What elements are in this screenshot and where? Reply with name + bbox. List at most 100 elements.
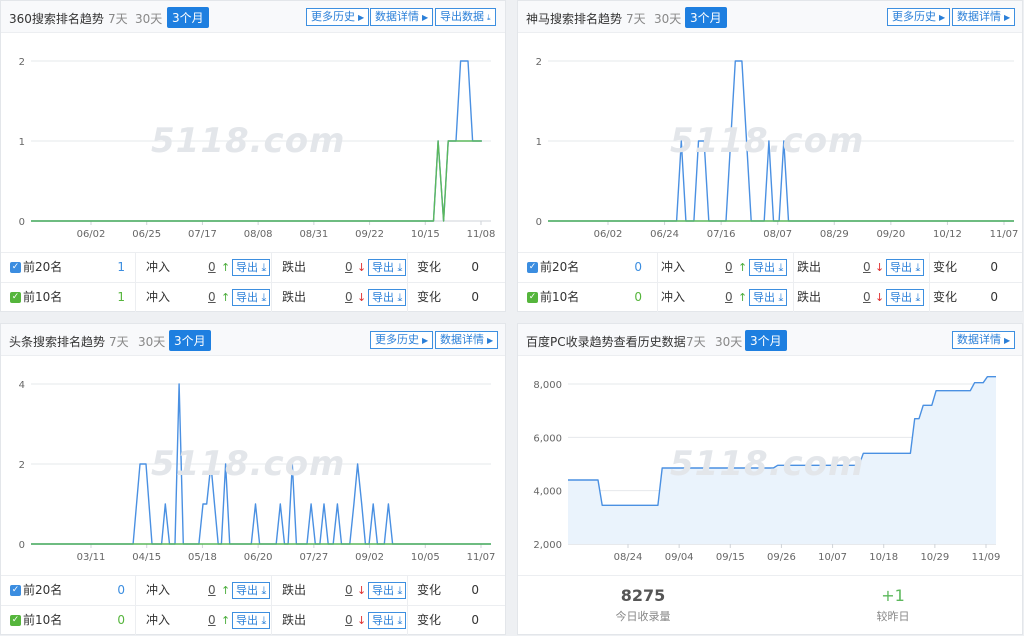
x-tick-label: 10/12: [933, 229, 962, 240]
export-button[interactable]: 导出 ⤓: [232, 259, 271, 276]
range-7d-tab[interactable]: 7天: [686, 333, 706, 350]
drop-out-value[interactable]: 0: [863, 253, 871, 282]
checkbox-icon[interactable]: ✓: [527, 262, 538, 273]
y-tick-label: 1: [19, 137, 25, 148]
export-button[interactable]: 导出 ⤓: [368, 612, 407, 629]
button-label: 导出: [372, 261, 394, 274]
range-7d-tab[interactable]: 7天: [109, 333, 129, 350]
change-value: 0: [471, 260, 479, 274]
checkbox-icon[interactable]: ✓: [10, 262, 21, 273]
range-3m-tab[interactable]: 3个月: [685, 7, 727, 28]
panel-header: 360搜索排名趋势 7天 30天 3个月 更多历史 ▶ 数据详情 ▶ 导出数据 ⤓: [1, 1, 505, 33]
rush-in-value[interactable]: 0: [208, 253, 216, 282]
row-label: 前10名: [540, 290, 580, 304]
data-detail-button[interactable]: 数据详情 ▶: [952, 331, 1016, 349]
rush-in-label: 冲入: [661, 260, 686, 274]
panel-360-ranking: 360搜索排名趋势 7天 30天 3个月 更多历史 ▶ 数据详情 ▶ 导出数据 ⤓ 0…: [0, 0, 506, 312]
x-tick-label: 11/09: [972, 552, 1001, 563]
export-button[interactable]: 导出 ⤓: [886, 259, 925, 276]
change-value: 0: [471, 583, 479, 597]
rush-in-value[interactable]: 0: [208, 283, 216, 312]
range-7d-tab[interactable]: 7天: [626, 10, 646, 27]
data-detail-button[interactable]: 数据详情 ▶: [435, 331, 499, 349]
button-label: 导出数据: [440, 10, 484, 23]
button-label: 导出: [372, 614, 394, 627]
checkbox-icon[interactable]: ✓: [527, 292, 538, 303]
panel-header: 百度PC收录趋势查看历史数据 7天 30天 3个月 数据详情 ▶: [518, 324, 1022, 356]
checkbox-icon[interactable]: ✓: [10, 292, 21, 303]
data-detail-button[interactable]: 数据详情 ▶: [370, 8, 434, 26]
drop-out-value[interactable]: 0: [345, 606, 353, 635]
y-tick-label: 8,000: [533, 380, 562, 391]
export-data-button[interactable]: 导出数据 ⤓: [435, 8, 496, 26]
drop-out-value[interactable]: 0: [863, 283, 871, 312]
x-tick-label: 06/20: [244, 552, 273, 563]
export-button[interactable]: 导出 ⤓: [232, 612, 271, 629]
y-tick-label: 0: [19, 540, 25, 551]
drop-out-value[interactable]: 0: [345, 283, 353, 312]
drop-out-value[interactable]: 0: [345, 576, 353, 605]
checkbox-icon[interactable]: ✓: [10, 585, 21, 596]
more-history-button[interactable]: 更多历史 ▶: [306, 8, 370, 26]
range-3m-tab[interactable]: 3个月: [167, 7, 209, 28]
export-button[interactable]: 导出 ⤓: [232, 582, 271, 599]
watermark-logo: 5118.com: [670, 121, 865, 161]
x-tick-label: 09/15: [716, 552, 745, 563]
range-30d-tab[interactable]: 30天: [135, 10, 162, 27]
x-tick-label: 09/22: [355, 229, 384, 240]
drop-out-label: 跌出: [282, 583, 307, 597]
drop-out-label: 跌出: [797, 260, 822, 274]
more-history-button[interactable]: 更多历史 ▶: [887, 8, 951, 26]
arrow-up-icon: ↑: [221, 291, 231, 304]
range-3m-tab[interactable]: 3个月: [745, 330, 787, 351]
x-tick-label: 08/29: [820, 229, 849, 240]
range-30d-tab[interactable]: 30天: [138, 333, 165, 350]
export-button[interactable]: 导出 ⤓: [886, 289, 925, 306]
panel-toutiao-ranking: 头条搜索排名趋势 7天 30天 3个月 更多历史 ▶ 数据详情 ▶ 0 2 4 03/11…: [0, 323, 506, 635]
panel-baidu-index: 百度PC收录趋势查看历史数据 7天 30天 3个月 数据详情 ▶ 2,000 4,0…: [517, 323, 1023, 635]
y-tick-label: 4: [19, 380, 25, 391]
x-tick-label: 11/07: [467, 552, 496, 563]
row-value: 0: [634, 290, 642, 304]
range-30d-tab[interactable]: 30天: [715, 333, 742, 350]
x-tick-label: 06/02: [77, 229, 106, 240]
export-button[interactable]: 导出 ⤓: [749, 259, 788, 276]
download-icon: ⤓: [778, 291, 784, 304]
more-history-button[interactable]: 更多历史 ▶: [370, 331, 434, 349]
export-button[interactable]: 导出 ⤓: [368, 582, 407, 599]
export-button[interactable]: 导出 ⤓: [749, 289, 788, 306]
panel-title: 百度PC收录趋势查看历史数据: [526, 335, 686, 349]
button-label: 数据详情: [957, 333, 1001, 346]
rush-in-label: 冲入: [146, 613, 171, 627]
row-label: 前10名: [23, 290, 63, 304]
x-tick-label: 04/15: [132, 552, 161, 563]
divider: [271, 576, 272, 605]
top20-row: ✓ 前20名 0 冲入 0 ↑ 导出 ⤓ 跌出 0 ↓ 导出 ⤓ 变化 0: [518, 252, 1022, 282]
row-value: 1: [117, 260, 125, 274]
rush-in-value[interactable]: 0: [725, 283, 733, 312]
panel-shenma-ranking: 神马搜索排名趋势 7天 30天 3个月 更多历史 ▶ 数据详情 ▶ 0 1 2 06/02…: [517, 0, 1023, 312]
arrow-up-icon: ↑: [221, 261, 231, 274]
checkbox-icon[interactable]: ✓: [10, 615, 21, 626]
row-value: 0: [634, 260, 642, 274]
rush-in-value[interactable]: 0: [725, 253, 733, 282]
drop-out-label: 跌出: [282, 260, 307, 274]
data-detail-button[interactable]: 数据详情 ▶: [952, 8, 1016, 26]
range-3m-tab[interactable]: 3个月: [169, 330, 211, 351]
change-value: 0: [990, 290, 998, 304]
export-button[interactable]: 导出 ⤓: [232, 289, 271, 306]
divider: [135, 576, 136, 605]
divider: [135, 606, 136, 635]
rush-in-value[interactable]: 0: [208, 576, 216, 605]
export-button[interactable]: 导出 ⤓: [368, 259, 407, 276]
arrow-right-icon: ▶: [422, 13, 429, 22]
arrow-right-icon: ▶: [358, 13, 365, 22]
top10-row: ✓ 前10名 0 冲入 0 ↑ 导出 ⤓ 跌出 0 ↓ 导出 ⤓ 变化 0: [518, 282, 1022, 312]
drop-out-value[interactable]: 0: [345, 253, 353, 282]
range-7d-tab[interactable]: 7天: [108, 10, 128, 27]
rush-in-value[interactable]: 0: [208, 606, 216, 635]
download-icon: ⤓: [261, 584, 267, 597]
export-button[interactable]: 导出 ⤓: [368, 289, 407, 306]
row-value: 1: [117, 290, 125, 304]
range-30d-tab[interactable]: 30天: [654, 10, 681, 27]
